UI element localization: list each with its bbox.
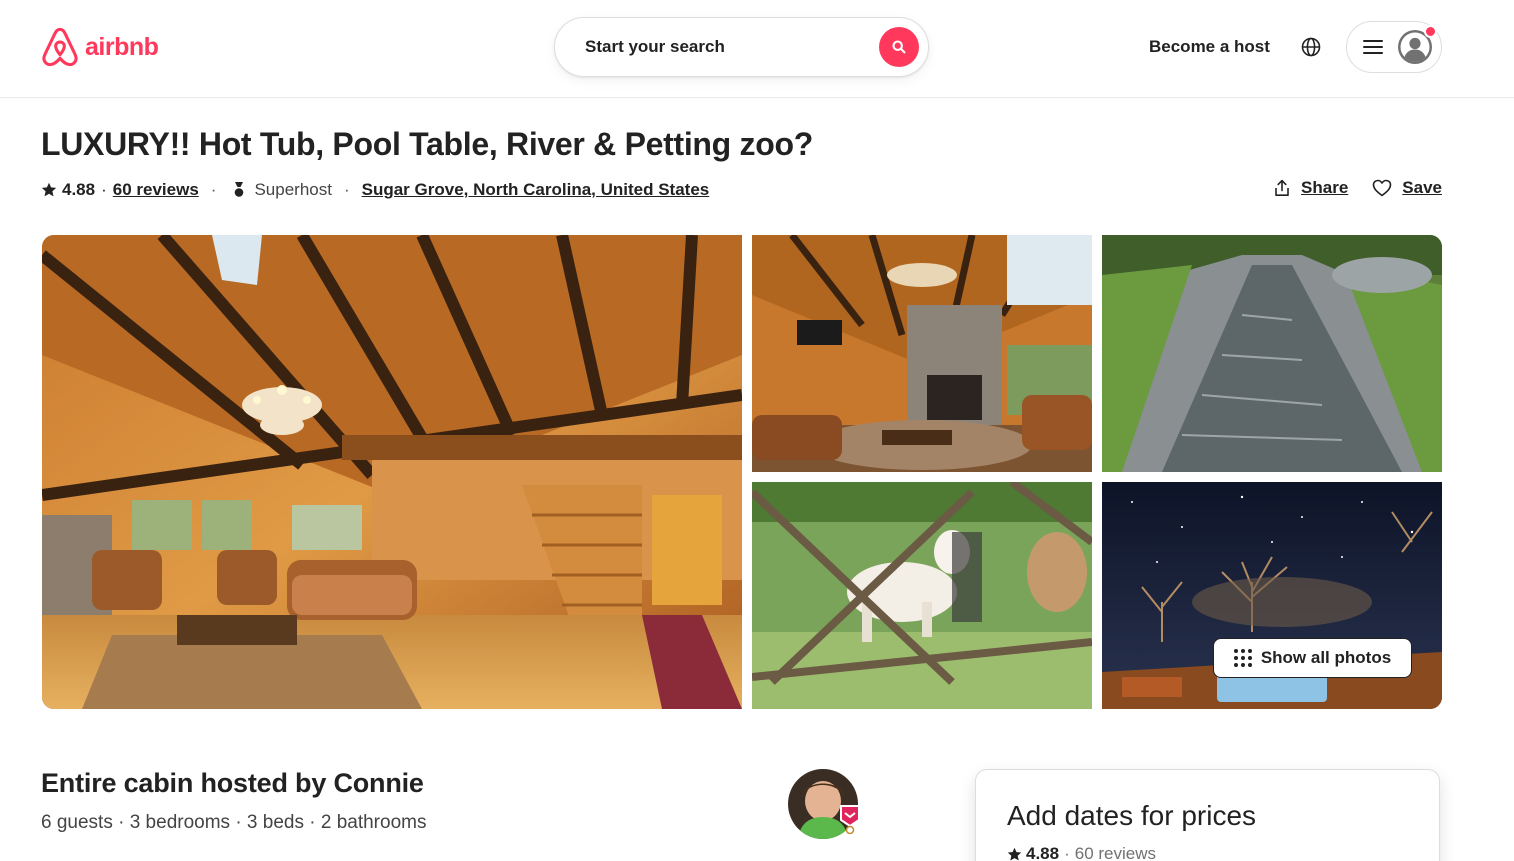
heart-icon (1372, 179, 1392, 197)
site-header: airbnb Start your search Become a host (0, 0, 1514, 98)
airbnb-logo-icon (42, 27, 78, 67)
superhost-badge-icon (839, 804, 861, 835)
listing-title: LUXURY!! Hot Tub, Pool Table, River & Pe… (41, 126, 813, 162)
separator: · (343, 180, 350, 199)
search-label: Start your search (585, 37, 725, 56)
separator: · (1064, 844, 1070, 861)
grid-dots-icon (1233, 649, 1252, 667)
superhost-icon (235, 182, 244, 197)
star-icon (41, 182, 57, 197)
listing-subtitle: Entire cabin hosted by Connie (41, 768, 424, 798)
airbnb-wordmark: airbnb (85, 32, 159, 61)
become-host-link[interactable]: Become a host (1149, 37, 1270, 57)
notification-dot (1424, 25, 1437, 38)
separator: · (101, 180, 107, 199)
location-link[interactable]: Sugar Grove, North Carolina, United Stat… (362, 180, 710, 200)
rating-value: 4.88 (62, 180, 96, 199)
booking-rating: 4.88 · 60 reviews (1007, 844, 1156, 861)
photo-river[interactable] (1102, 235, 1442, 472)
language-button[interactable] (1299, 35, 1323, 59)
separator: · (210, 180, 217, 199)
reviews-link[interactable]: 60 reviews (113, 180, 199, 200)
search-button[interactable] (879, 27, 919, 67)
search-icon (892, 40, 906, 54)
photo-cabin-interior[interactable] (42, 235, 742, 709)
search-bar[interactable]: Start your search (554, 17, 929, 77)
photo-great-room[interactable] (752, 235, 1092, 472)
booking-reviews[interactable]: 60 reviews (1075, 844, 1156, 861)
share-icon (1275, 179, 1289, 196)
globe-icon (1301, 37, 1321, 57)
show-all-photos-button[interactable]: Show all photos (1213, 638, 1412, 678)
booking-card: Add dates for prices 4.88 · 60 reviews (975, 769, 1440, 861)
share-label: Share (1301, 178, 1349, 197)
star-icon (1007, 847, 1022, 860)
menu-icon (1363, 39, 1383, 55)
booking-rating-value: 4.88 (1026, 844, 1060, 861)
airbnb-logo[interactable]: airbnb (41, 27, 159, 67)
listing-actions: Share Save (1273, 178, 1442, 198)
user-menu-button[interactable] (1346, 21, 1442, 73)
booking-title: Add dates for prices (1007, 800, 1257, 831)
listing-details: 6 guests · 3 bedrooms · 3 beds · 2 bathr… (41, 812, 427, 833)
share-button[interactable]: Share (1273, 178, 1348, 198)
save-label: Save (1402, 178, 1442, 197)
user-avatar (1397, 25, 1437, 65)
save-button[interactable]: Save (1372, 178, 1442, 198)
photo-goat[interactable] (752, 482, 1092, 709)
superhost-label: Superhost (254, 180, 332, 199)
show-all-photos-label: Show all photos (1260, 648, 1392, 667)
listing-meta: 4.88 · 60 reviews · Superhost · Sugar Gr… (41, 178, 709, 202)
